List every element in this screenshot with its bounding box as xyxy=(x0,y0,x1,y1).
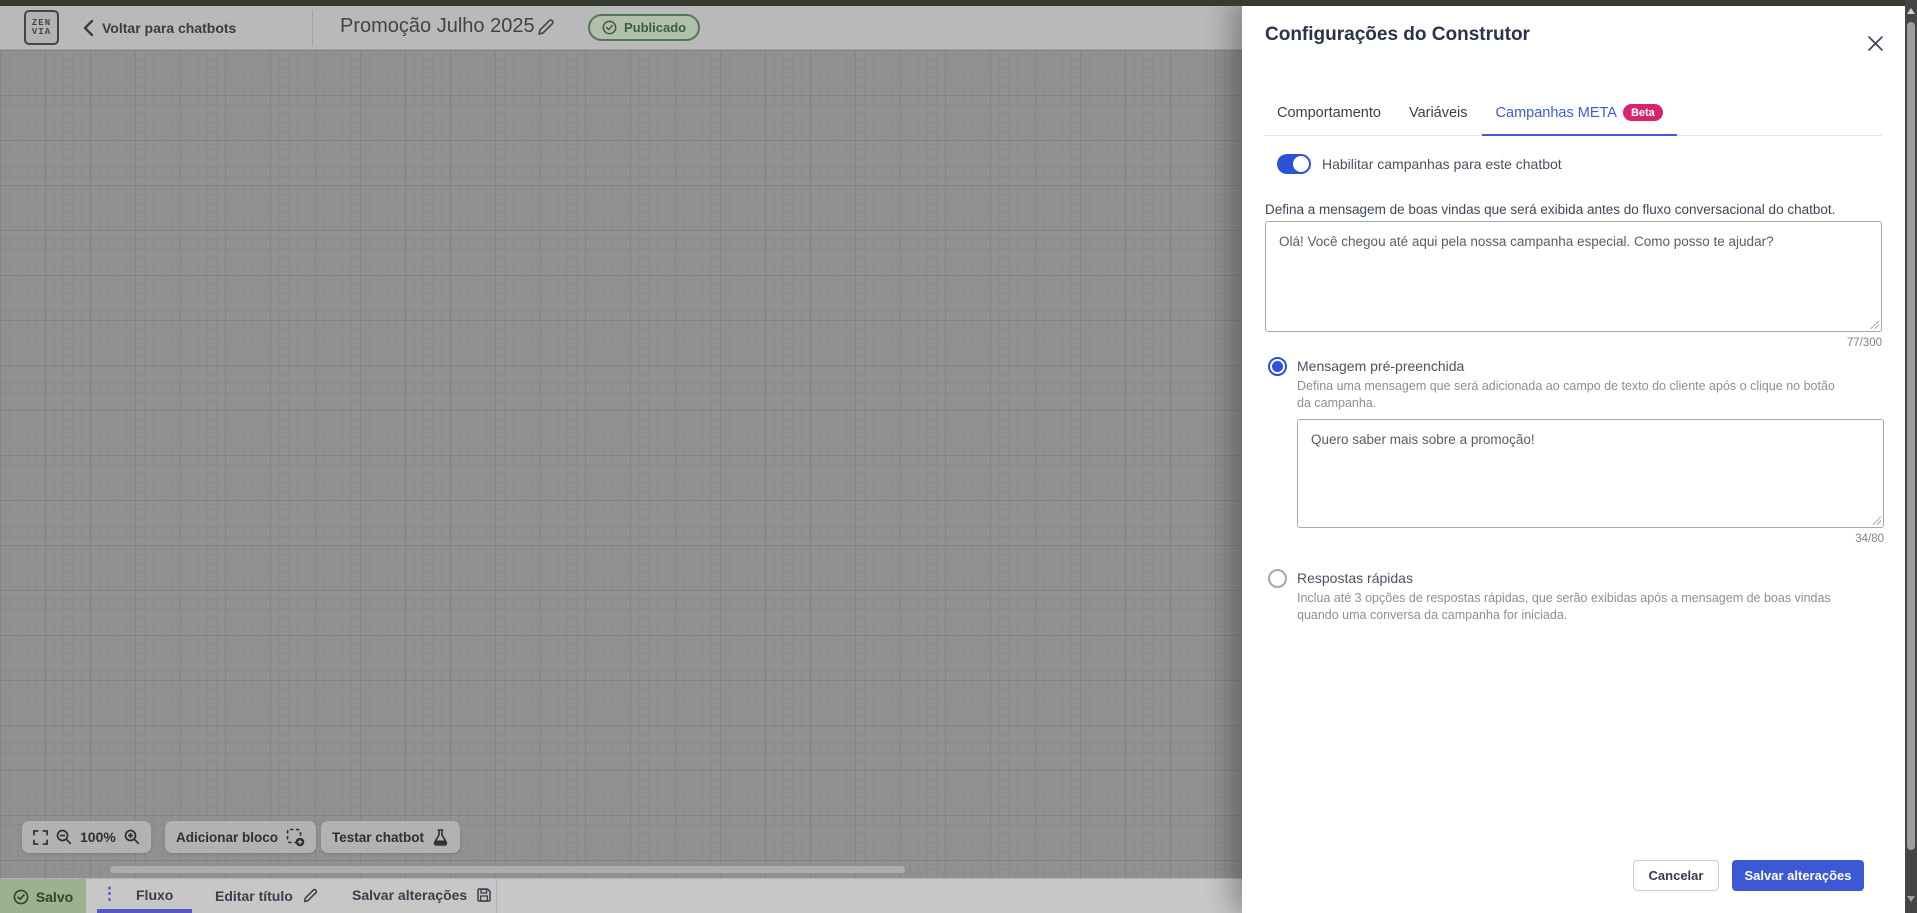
scrollbar-up-arrow-icon[interactable] xyxy=(1907,8,1915,14)
enable-campaigns-toggle[interactable] xyxy=(1277,154,1311,174)
test-chatbot-button[interactable]: Testar chatbot xyxy=(321,821,461,853)
horizontal-scrollbar[interactable] xyxy=(110,866,905,873)
save-changes-bar-label: Salvar alterações xyxy=(352,887,468,903)
back-to-chatbots-link[interactable]: Voltar para chatbots xyxy=(102,20,236,36)
flask-icon xyxy=(432,828,449,846)
beta-badge: Beta xyxy=(1622,104,1663,121)
save-floppy-icon xyxy=(477,888,491,902)
test-chatbot-label: Testar chatbot xyxy=(332,829,425,845)
screen: ZEN VIA Voltar para chatbots Promoção Ju… xyxy=(0,0,1917,913)
prefilled-message-counter: 34/80 xyxy=(1855,533,1884,545)
add-block-button[interactable]: Adicionar bloco xyxy=(165,821,317,853)
saved-check-circle-icon xyxy=(13,889,29,904)
zoom-in-icon[interactable] xyxy=(124,829,140,845)
zoom-level: 100% xyxy=(80,829,116,845)
saved-indicator: Salvo xyxy=(0,879,86,913)
tab-campanhas-meta[interactable]: Campanhas META Beta xyxy=(1481,96,1677,136)
quick-replies-description: Inclua até 3 opções de respostas rápidas… xyxy=(1297,591,1831,622)
quick-replies-label: Respostas rápidas xyxy=(1297,570,1413,586)
status-badge: Publicado xyxy=(588,14,701,41)
cancel-button[interactable]: Cancelar xyxy=(1633,860,1719,891)
welcome-message-textarea[interactable]: Olá! Você chegou até aqui pela nossa cam… xyxy=(1265,221,1882,332)
logo-line-2: VIA xyxy=(31,26,52,37)
more-options-dots-icon[interactable]: ⋮ xyxy=(101,884,118,904)
chatbot-title: Promoção Julho 2025 xyxy=(340,15,535,37)
scrollbar-down-arrow-icon[interactable] xyxy=(1907,896,1915,902)
enable-campaigns-row: Habilitar campanhas para este chatbot xyxy=(1277,154,1562,174)
tab-fluxo[interactable]: Fluxo xyxy=(136,887,173,903)
enable-campaigns-label: Habilitar campanhas para este chatbot xyxy=(1322,156,1562,172)
tab-campanhas-meta-label: Campanhas META xyxy=(1495,104,1617,121)
tab-fluxo-active-underline xyxy=(97,909,192,913)
fit-screen-icon[interactable] xyxy=(33,829,48,845)
tab-comportamento[interactable]: Comportamento xyxy=(1265,96,1395,135)
prefilled-message-label: Mensagem pré-preenchida xyxy=(1297,358,1465,374)
status-badge-label: Publicado xyxy=(624,20,687,35)
saved-label: Salvo xyxy=(35,888,74,905)
save-changes-button[interactable]: Salvar alterações xyxy=(1732,860,1864,891)
add-block-label: Adicionar bloco xyxy=(176,829,279,845)
tab-variaveis[interactable]: Variáveis xyxy=(1395,96,1482,135)
zoom-out-icon[interactable] xyxy=(56,829,72,845)
prefilled-message-radio[interactable] xyxy=(1268,357,1287,376)
builder-settings-drawer: Configurações do Construtor Comportament… xyxy=(1242,0,1905,913)
tab-variaveis-label: Variáveis xyxy=(1408,104,1468,121)
toggle-knob xyxy=(1293,156,1309,172)
prefilled-message-description: Defina uma mensagem que será adicionada … xyxy=(1297,379,1835,410)
drawer-title: Configurações do Construtor xyxy=(1265,24,1530,45)
add-block-icon xyxy=(286,828,305,847)
window-top-edge xyxy=(0,0,1917,6)
edit-title-button[interactable]: Editar título xyxy=(215,887,319,904)
close-icon[interactable] xyxy=(1864,32,1886,54)
vertical-scrollbar[interactable] xyxy=(1905,0,1917,913)
vertical-scrollbar-thumb[interactable] xyxy=(1907,22,1915,850)
prefilled-message-textarea[interactable]: Quero saber mais sobre a promoção! xyxy=(1297,419,1884,528)
save-changes-bar-button[interactable]: Salvar alterações xyxy=(352,887,492,903)
quick-replies-radio[interactable] xyxy=(1268,569,1287,588)
welcome-message-field-wrap: Olá! Você chegou até aqui pela nossa cam… xyxy=(1265,221,1882,332)
check-circle-icon xyxy=(602,20,617,35)
canvas-zoom-controls: 100% xyxy=(22,821,151,853)
zenvia-logo[interactable]: ZEN VIA xyxy=(24,10,59,45)
welcome-message-counter: 77/300 xyxy=(1846,337,1882,349)
edit-title-label: Editar título xyxy=(215,887,293,904)
edit-title-pencil-icon[interactable] xyxy=(536,17,556,37)
welcome-message-label: Defina a mensagem de boas vindas que ser… xyxy=(1265,202,1836,217)
prefilled-message-field-wrap: Quero saber mais sobre a promoção! xyxy=(1297,419,1884,528)
header-divider xyxy=(312,10,313,46)
tab-comportamento-label: Comportamento xyxy=(1277,104,1381,121)
bottom-bar-divider xyxy=(496,879,497,913)
drawer-tabs: Comportamento Variáveis Campanhas META B… xyxy=(1265,96,1882,136)
chevron-left-icon[interactable] xyxy=(80,18,98,38)
pencil-icon xyxy=(303,888,317,903)
